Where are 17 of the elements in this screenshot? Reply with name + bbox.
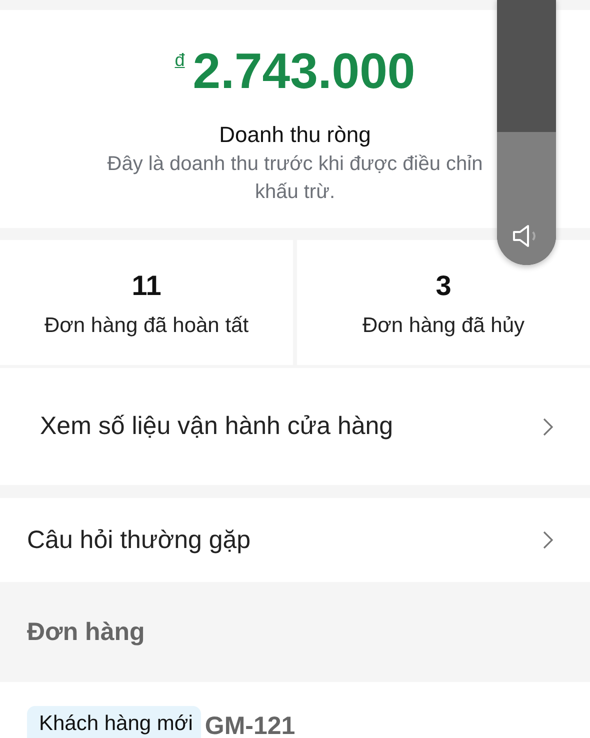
order-code: GM-121 <box>204 712 296 738</box>
revenue-label: Doanh thu ròng <box>219 122 371 148</box>
revenue-amount: 2.743.000 <box>192 46 416 96</box>
currency-symbol: đ <box>174 50 185 71</box>
menu-row[interactable]: Xem số liệu vận hành cửa hàng <box>0 368 590 485</box>
stat-value: 11 <box>132 270 162 302</box>
volume-slider[interactable] <box>497 0 556 265</box>
section-title: Đơn hàng <box>27 618 145 646</box>
stat-label: Đơn hàng đã hủy <box>362 314 525 338</box>
menu-row[interactable]: Câu hỏi thường gặp <box>0 498 590 582</box>
revenue-description: Đây là doanh thu trước khi được điều chỉn <box>107 153 483 176</box>
customer-badge: Khách hàng mới <box>27 706 201 738</box>
chevron-icon <box>542 416 554 436</box>
stat-label: Đơn hàng đã hoàn tất <box>44 314 249 338</box>
chevron-icon <box>542 530 554 550</box>
revenue-description: khấu trừ. <box>254 181 336 204</box>
stat-value: 3 <box>436 270 452 302</box>
